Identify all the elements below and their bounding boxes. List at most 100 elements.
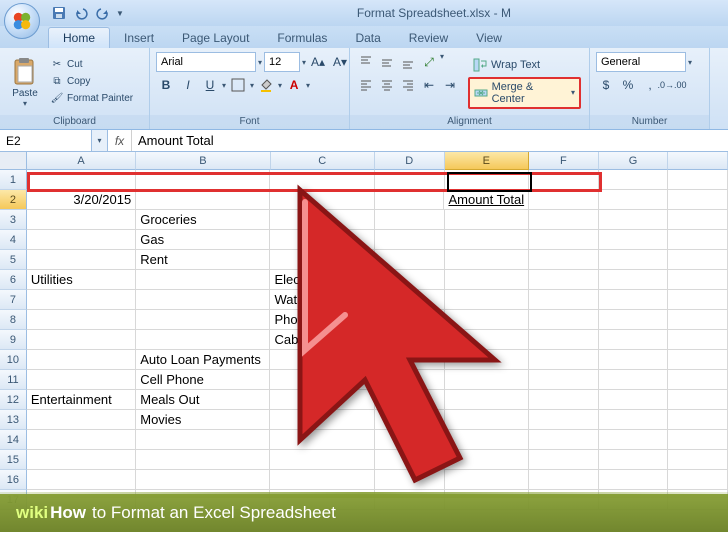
cell-A8[interactable]	[27, 310, 136, 330]
row-header-5[interactable]: 5	[0, 250, 27, 270]
cell-C1[interactable]	[270, 170, 374, 190]
office-button[interactable]	[4, 3, 40, 39]
cell-F16[interactable]	[529, 470, 599, 490]
cell-F10[interactable]	[529, 350, 599, 370]
cell-E14[interactable]	[445, 430, 530, 450]
cell-B12[interactable]: Meals Out	[136, 390, 270, 410]
cell-A10[interactable]	[27, 350, 136, 370]
increase-decimal-button[interactable]: .0→.00	[662, 75, 682, 95]
cell-E8[interactable]	[445, 310, 530, 330]
cell-B9[interactable]	[136, 330, 270, 350]
cell-G4[interactable]	[599, 230, 669, 250]
row-header-4[interactable]: 4	[0, 230, 27, 250]
cell-B15[interactable]	[136, 450, 270, 470]
underline-dropdown-icon[interactable]: ▾	[222, 81, 226, 90]
cell-C8[interactable]: Phone	[270, 310, 374, 330]
cell-B7[interactable]	[136, 290, 270, 310]
cell-E7[interactable]	[445, 290, 530, 310]
tab-view[interactable]: View	[462, 28, 516, 48]
row-header-8[interactable]: 8	[0, 310, 27, 330]
font-name-combo[interactable]	[156, 52, 256, 72]
cell-D15[interactable]	[375, 450, 445, 470]
name-box-dropdown[interactable]: ▾	[92, 130, 108, 151]
row-header-2[interactable]: 2	[0, 190, 27, 210]
cell-H5[interactable]	[668, 250, 728, 270]
tab-formulas[interactable]: Formulas	[263, 28, 341, 48]
qat-dropdown-icon[interactable]: ▼	[116, 9, 124, 18]
cell-D2[interactable]	[375, 190, 445, 210]
number-format-combo[interactable]	[596, 52, 686, 72]
cell-C4[interactable]	[270, 230, 374, 250]
cell-C16[interactable]	[270, 470, 374, 490]
italic-button[interactable]: I	[178, 75, 198, 95]
cell-G3[interactable]	[599, 210, 669, 230]
cell-H9[interactable]	[668, 330, 728, 350]
cell-E3[interactable]	[445, 210, 530, 230]
cell-G11[interactable]	[599, 370, 669, 390]
font-size-dropdown-icon[interactable]: ▾	[302, 58, 306, 67]
cell-F14[interactable]	[529, 430, 599, 450]
row-header-15[interactable]: 15	[0, 450, 27, 470]
cell-G16[interactable]	[599, 470, 669, 490]
cell-H11[interactable]	[668, 370, 728, 390]
font-color-button[interactable]: A	[284, 75, 304, 95]
cell-G8[interactable]	[599, 310, 669, 330]
shrink-font-button[interactable]: A▾	[330, 52, 350, 72]
cell-D12[interactable]	[375, 390, 445, 410]
row-header-12[interactable]: 12	[0, 390, 27, 410]
increase-indent-button[interactable]: ⇥	[440, 75, 460, 95]
cell-E12[interactable]	[445, 390, 530, 410]
orientation-button[interactable]: ⤢	[419, 52, 439, 72]
cell-F5[interactable]	[529, 250, 599, 270]
merge-dropdown-icon[interactable]: ▾	[571, 88, 575, 97]
cell-D4[interactable]	[375, 230, 445, 250]
cell-B13[interactable]: Movies	[136, 410, 270, 430]
cell-H2[interactable]	[668, 190, 728, 210]
tab-page-layout[interactable]: Page Layout	[168, 28, 263, 48]
cell-H1[interactable]	[668, 170, 728, 190]
copy-button[interactable]: ⧉Copy	[48, 74, 135, 90]
cell-C6[interactable]: Electric	[270, 270, 374, 290]
cell-C5[interactable]	[270, 250, 374, 270]
cell-B2[interactable]	[136, 190, 270, 210]
row-header-1[interactable]: 1	[0, 170, 27, 190]
cell-H13[interactable]	[668, 410, 728, 430]
paste-dropdown-icon[interactable]: ▾	[23, 99, 27, 108]
currency-button[interactable]: $	[596, 75, 616, 95]
cell-E13[interactable]	[445, 410, 530, 430]
cell-B10[interactable]: Auto Loan Payments	[136, 350, 270, 370]
cell-D9[interactable]	[375, 330, 445, 350]
cell-A3[interactable]	[27, 210, 136, 230]
cell-D3[interactable]	[375, 210, 445, 230]
cell-F8[interactable]	[529, 310, 599, 330]
cell-B3[interactable]: Groceries	[136, 210, 270, 230]
wrap-text-button[interactable]: Wrap Text	[468, 55, 581, 75]
cell-F9[interactable]	[529, 330, 599, 350]
number-format-dropdown-icon[interactable]: ▾	[688, 58, 692, 67]
cell-C12[interactable]	[270, 390, 374, 410]
cell-A6[interactable]: Utilities	[27, 270, 136, 290]
cell-G6[interactable]	[599, 270, 669, 290]
cell-C10[interactable]	[270, 350, 374, 370]
row-header-13[interactable]: 13	[0, 410, 27, 430]
cell-G7[interactable]	[599, 290, 669, 310]
cell-A11[interactable]	[27, 370, 136, 390]
name-box[interactable]: E2	[0, 130, 92, 151]
cell-B8[interactable]	[136, 310, 270, 330]
cell-E9[interactable]	[445, 330, 530, 350]
cell-C7[interactable]: Water/Sewage	[270, 290, 374, 310]
fx-button[interactable]: fx	[108, 130, 132, 151]
row-header-9[interactable]: 9	[0, 330, 27, 350]
spreadsheet-grid[interactable]: A B C D E F G 123/20/2015Amount Total3Gr…	[0, 152, 728, 510]
select-all-corner[interactable]	[0, 152, 27, 170]
cell-D11[interactable]	[375, 370, 445, 390]
cell-F6[interactable]	[529, 270, 599, 290]
cell-D1[interactable]	[375, 170, 445, 190]
cell-D8[interactable]	[375, 310, 445, 330]
border-dropdown-icon[interactable]: ▾	[250, 81, 254, 90]
cell-D6[interactable]	[375, 270, 445, 290]
cell-E16[interactable]	[445, 470, 530, 490]
cell-E5[interactable]	[445, 250, 530, 270]
percent-button[interactable]: %	[618, 75, 638, 95]
paste-button[interactable]: Paste	[12, 88, 38, 99]
